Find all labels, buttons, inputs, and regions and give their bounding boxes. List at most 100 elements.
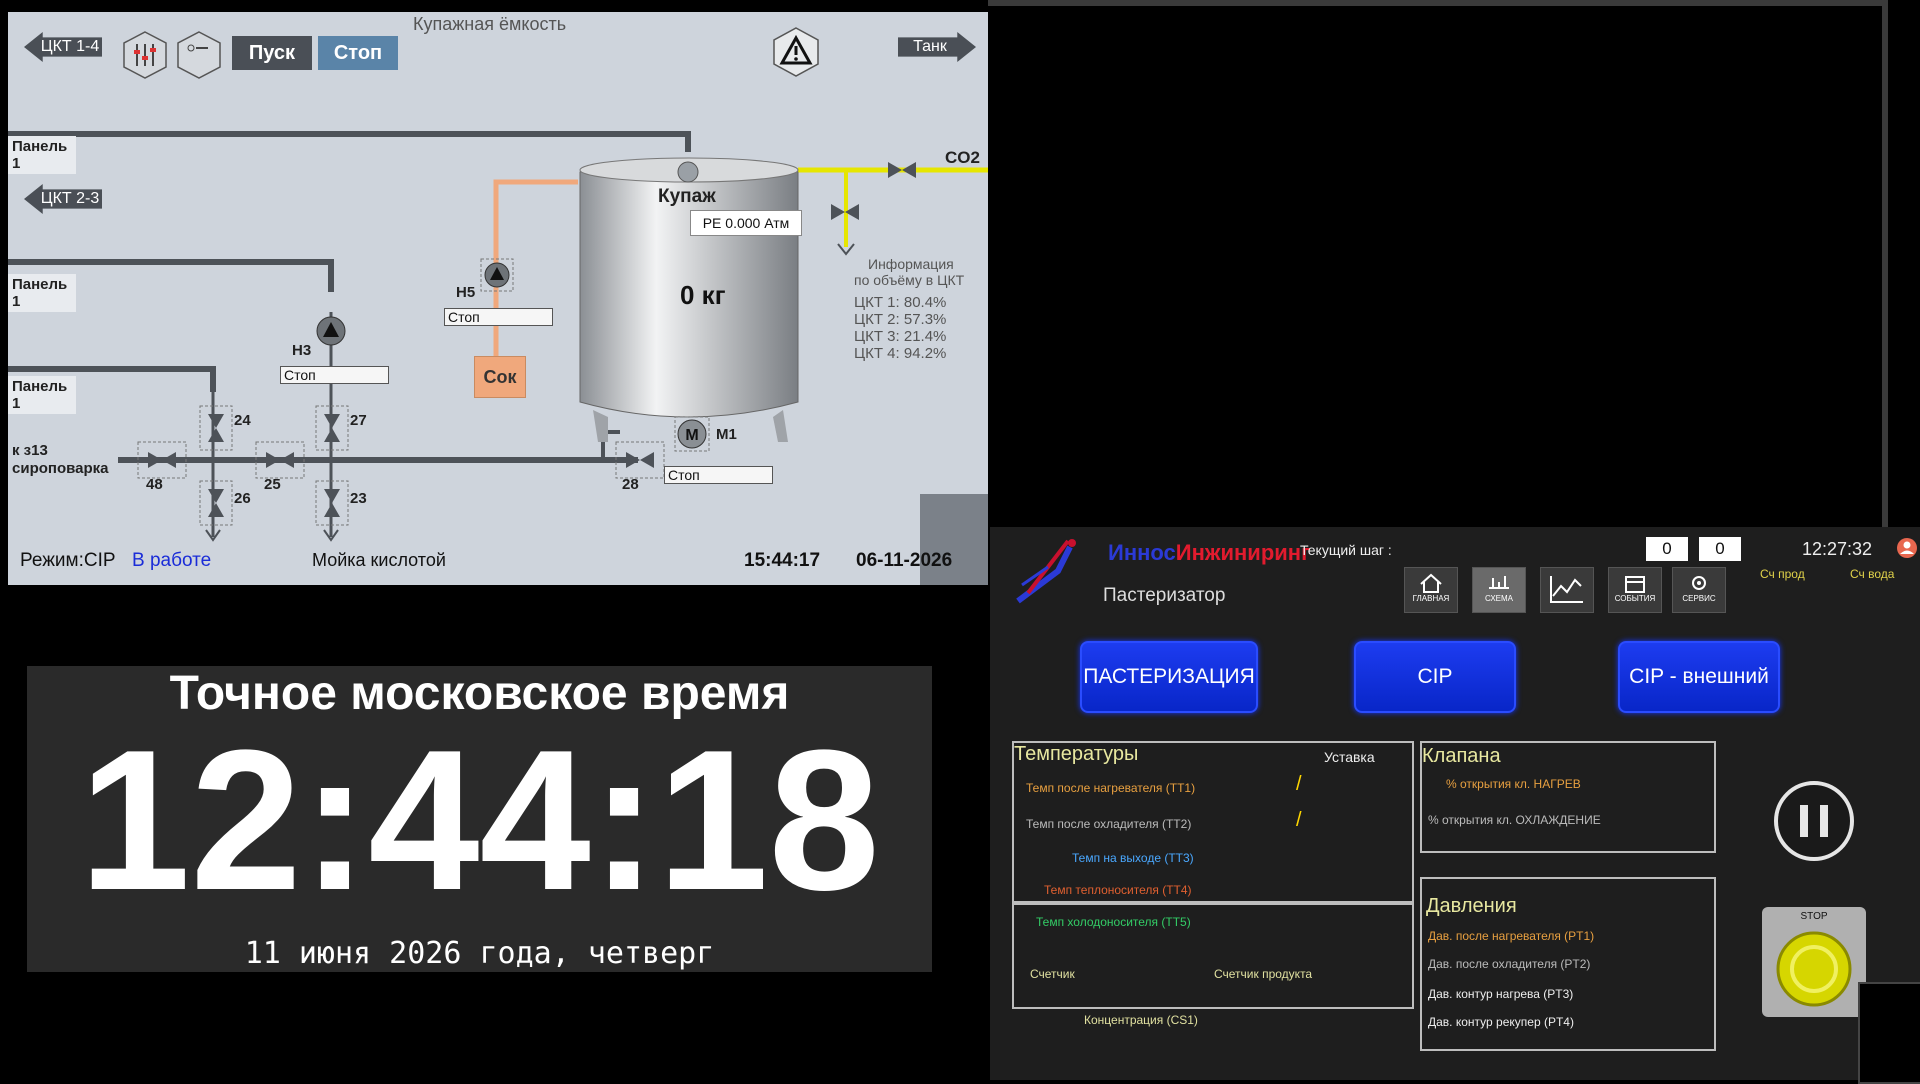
nav-ckt-1-4-label: ЦКТ 1-4 bbox=[40, 38, 100, 55]
pump-h5-label: Н5 bbox=[456, 284, 476, 301]
nav-events-label: СОБЫТИЯ bbox=[1614, 594, 1656, 603]
scada-time: 15:44:17 bbox=[744, 550, 821, 571]
tt3-label: Темп на выходе (ТТ3) bbox=[1072, 851, 1194, 865]
scada-date: 06-11-2026 bbox=[856, 550, 953, 571]
process-label: Мойка кислотой bbox=[312, 550, 446, 570]
temperatures-title: Температуры bbox=[1014, 743, 1139, 765]
start-button[interactable]: Пуск bbox=[232, 36, 312, 70]
brand-blue: Иннос bbox=[1108, 540, 1176, 565]
sch-prod-label: Сч прод bbox=[1760, 567, 1805, 581]
pressures-title: Давления bbox=[1426, 895, 1517, 917]
pressure-readout: PE 0.000 Атм bbox=[690, 210, 802, 236]
tank-weight: 0 кг bbox=[680, 280, 726, 310]
tt2-label: Темп после охладителя (ТТ2) bbox=[1026, 817, 1192, 831]
mixer-icon[interactable] bbox=[122, 30, 168, 80]
nav-home-label: ГЛАВНАЯ bbox=[1412, 594, 1450, 603]
panel-label-3: Панель 1 bbox=[8, 376, 76, 414]
info-value-3: 21.4% bbox=[903, 328, 947, 345]
concentration-label: Концентрация (CS1) bbox=[1084, 1013, 1198, 1027]
info-row-1: ЦКТ 1: 80.4% bbox=[854, 294, 974, 311]
device-icon[interactable] bbox=[176, 30, 222, 80]
valve-cool-label: % открытия кл. ОХЛАЖДЕНИЕ bbox=[1428, 813, 1601, 827]
svg-text:M: M bbox=[685, 427, 698, 444]
motor-m1-status: Стоп bbox=[664, 466, 773, 484]
info-title-1: Информация bbox=[868, 256, 954, 272]
stop-button-label: STOP bbox=[1800, 911, 1828, 922]
brand-red: Инжиниринг bbox=[1175, 540, 1311, 565]
hmi-panel: ИнносИнжиниринг Пастеризатор Текущий шаг… bbox=[990, 527, 1920, 1084]
tt4-label: Темп теплоносителя (ТТ4) bbox=[1044, 883, 1192, 897]
pt3-label: Дав. контур нагрева (PT3) bbox=[1428, 987, 1574, 1001]
product-counter-label: Счетчик продукта bbox=[1214, 967, 1313, 981]
tank-label: Купаж bbox=[658, 186, 716, 207]
brand-name: ИнносИнжиниринг bbox=[1108, 540, 1310, 566]
pump-h3-label: Н3 bbox=[292, 342, 312, 359]
panel-label-1: Панель 1 bbox=[8, 136, 76, 174]
nav-events-button[interactable]: СОБЫТИЯ bbox=[1608, 567, 1662, 613]
nav-home-button[interactable]: ГЛАВНАЯ bbox=[1404, 567, 1458, 613]
pump-h5-status: Стоп bbox=[444, 308, 553, 326]
scada-pipes bbox=[8, 131, 988, 585]
motor-m1-icon[interactable]: M bbox=[674, 416, 710, 452]
line-label-syrup: сироповарка bbox=[12, 460, 109, 477]
corner-panel bbox=[1858, 982, 1920, 1084]
stop-button[interactable]: Стоп bbox=[318, 36, 398, 70]
co2-label: CO2 bbox=[945, 148, 980, 167]
nav-service-button[interactable]: СЕРВИС bbox=[1672, 567, 1726, 613]
valves-title: Клапана bbox=[1422, 745, 1501, 767]
motor-m1-label: М1 bbox=[716, 426, 737, 443]
calendar-icon bbox=[1625, 576, 1645, 593]
user-icon[interactable] bbox=[1896, 537, 1918, 559]
valve-24-label: 24 bbox=[234, 412, 251, 429]
cip-external-button[interactable]: CIP - внешний bbox=[1618, 641, 1780, 713]
info-value-1: 80.4% bbox=[903, 294, 947, 311]
gear-icon bbox=[1692, 576, 1706, 590]
info-name-3: ЦКТ 3: bbox=[854, 328, 900, 345]
info-row-3: ЦКТ 3: 21.4% bbox=[854, 328, 974, 345]
home-icon bbox=[1420, 573, 1442, 593]
panel-label-2: Панель 1 bbox=[8, 274, 76, 312]
warning-icon[interactable] bbox=[771, 26, 821, 78]
juice-source[interactable]: Сок bbox=[474, 356, 526, 398]
valve-23-label: 23 bbox=[350, 490, 367, 507]
emergency-stop-button[interactable]: STOP bbox=[1762, 907, 1866, 1017]
scheme-icon bbox=[1489, 576, 1509, 589]
valve-25-label: 25 bbox=[264, 476, 281, 493]
hmi-time: 12:27:32 bbox=[1802, 539, 1873, 559]
clock-date: 11 июня 2026 года, четверг bbox=[244, 936, 715, 971]
cip-button[interactable]: CIP bbox=[1354, 641, 1516, 713]
step-counter-1: 0 bbox=[1646, 537, 1688, 561]
hmi-subtitle: Пастеризатор bbox=[1103, 585, 1226, 606]
valve-48-label: 48 bbox=[146, 476, 163, 493]
info-title-2: по объёму в ЦКТ bbox=[854, 272, 965, 288]
nav-ckt-2-3-label: ЦКТ 2-3 bbox=[40, 190, 100, 207]
valve-27-label: 27 bbox=[350, 412, 367, 429]
nav-chart-button[interactable] bbox=[1540, 567, 1594, 613]
valve-26-label: 26 bbox=[234, 490, 251, 507]
counter-label: Счетчик bbox=[1030, 967, 1075, 981]
info-row-4: ЦКТ 4: 94.2% bbox=[854, 345, 974, 362]
pt4-label: Дав. контур рекупер (PT4) bbox=[1428, 1015, 1574, 1029]
clock-panel: Точное московское время 12:44:18 11 июня… bbox=[27, 666, 932, 972]
mode-state: В работе bbox=[132, 550, 212, 571]
info-name-1: ЦКТ 1: bbox=[854, 294, 900, 311]
info-value-2: 57.3% bbox=[903, 311, 947, 328]
stop-lamp-icon bbox=[1776, 931, 1852, 1007]
stop-label: Стоп bbox=[333, 42, 383, 64]
sch-voda-label: Сч вода bbox=[1850, 567, 1895, 581]
mode-label: Режим:CIP bbox=[20, 550, 116, 571]
pasteurization-button[interactable]: ПАСТЕРИЗАЦИЯ bbox=[1080, 641, 1258, 713]
nav-scheme-button[interactable]: СХЕМА bbox=[1472, 567, 1526, 613]
tt2-setpoint[interactable]: / bbox=[1296, 809, 1302, 832]
pump-h5-icon[interactable] bbox=[480, 258, 514, 292]
info-name-2: ЦКТ 2: bbox=[854, 311, 900, 328]
empty-video-area bbox=[988, 0, 1888, 527]
pump-h3-status: Стоп bbox=[280, 366, 389, 384]
pause-button[interactable] bbox=[1772, 779, 1856, 863]
tt1-setpoint[interactable]: / bbox=[1296, 773, 1302, 796]
valve-28-label: 28 bbox=[622, 476, 639, 493]
nav-tank-label: Танк bbox=[913, 38, 947, 55]
pump-h3-icon[interactable] bbox=[314, 314, 348, 348]
info-list: ЦКТ 1: 80.4% ЦКТ 2: 57.3% ЦКТ 3: 21.4% Ц… bbox=[854, 294, 974, 362]
nav-service-label: СЕРВИС bbox=[1682, 594, 1716, 603]
